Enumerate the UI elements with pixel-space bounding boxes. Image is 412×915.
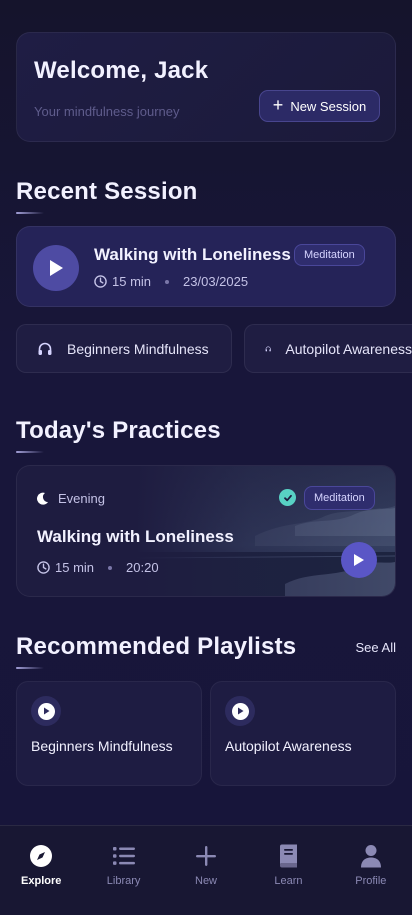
headphones-icon bbox=[38, 342, 52, 355]
recent-session-card[interactable]: Walking with Loneliness Meditation 15 mi… bbox=[16, 226, 396, 307]
book-icon bbox=[275, 843, 301, 869]
completed-check-icon bbox=[279, 489, 296, 506]
welcome-card: Welcome, Jack Your mindfulness journey +… bbox=[16, 32, 396, 142]
category-tag: Meditation bbox=[294, 244, 365, 266]
nav-label: Library bbox=[106, 875, 141, 887]
nav-item-library[interactable]: Library bbox=[82, 826, 164, 915]
nav-label: Explore bbox=[21, 875, 62, 887]
play-icon bbox=[50, 260, 63, 276]
clock-icon bbox=[94, 275, 107, 288]
time-of-day: Evening bbox=[37, 491, 105, 506]
play-button[interactable] bbox=[341, 542, 377, 578]
practice-time: 20:20 bbox=[126, 560, 159, 575]
recent-session-title: Walking with Loneliness bbox=[94, 245, 291, 264]
chip-beginners-mindfulness[interactable]: Beginners Mindfulness bbox=[16, 324, 232, 373]
category-tag: Meditation bbox=[304, 486, 375, 510]
playlist-title: Beginners Mindfulness bbox=[31, 738, 173, 754]
playlist-title: Autopilot Awareness bbox=[225, 738, 352, 754]
moon-icon bbox=[37, 492, 48, 505]
duration: 15 min bbox=[55, 560, 95, 575]
time-of-day-label: Evening bbox=[58, 491, 105, 506]
practice-card[interactable]: Evening Meditation Walking with Loneline… bbox=[16, 465, 396, 597]
chip-label: Beginners Mindfulness bbox=[67, 340, 209, 357]
todays-practices-heading: Today's Practices bbox=[16, 417, 221, 444]
nav-label: New bbox=[195, 875, 218, 887]
section-underline bbox=[16, 667, 44, 669]
practice-meta: 15 min 20:20 bbox=[37, 560, 159, 575]
recent-session-heading: Recent Session bbox=[16, 178, 198, 205]
welcome-subtitle: Your mindfulness journey bbox=[34, 104, 180, 119]
recent-session-meta: 15 min 23/03/2025 bbox=[94, 274, 248, 289]
list-icon bbox=[111, 843, 137, 869]
play-button[interactable] bbox=[31, 696, 61, 726]
plus-icon: + bbox=[272, 95, 284, 115]
person-icon bbox=[358, 843, 384, 869]
headphones-icon bbox=[265, 345, 271, 351]
bottom-nav: Explore Library New Learn Profile bbox=[0, 825, 412, 915]
welcome-title: Welcome, Jack bbox=[34, 57, 209, 84]
section-underline bbox=[16, 212, 44, 214]
dot-separator bbox=[165, 279, 170, 284]
see-all-link[interactable]: See All bbox=[356, 640, 396, 655]
playlist-card[interactable]: Beginners Mindfulness bbox=[16, 681, 202, 786]
duration: 15 min bbox=[112, 274, 152, 289]
recommended-playlists-heading: Recommended Playlists bbox=[16, 633, 297, 660]
nav-item-learn[interactable]: Learn bbox=[247, 826, 329, 915]
nav-label: Learn bbox=[274, 875, 303, 887]
chip-label: Autopilot Awareness bbox=[285, 340, 412, 357]
practice-title: Walking with Loneliness bbox=[37, 527, 234, 546]
nav-item-new[interactable]: New bbox=[165, 826, 247, 915]
play-button[interactable] bbox=[225, 696, 255, 726]
compass-icon bbox=[28, 843, 54, 869]
new-session-button[interactable]: + New Session bbox=[259, 90, 380, 122]
play-button[interactable] bbox=[33, 245, 79, 291]
chip-autopilot-awareness[interactable]: Autopilot Awareness bbox=[244, 324, 412, 373]
nav-item-profile[interactable]: Profile bbox=[330, 826, 412, 915]
play-icon bbox=[237, 707, 243, 715]
nav-label: Profile bbox=[355, 875, 387, 887]
clock-icon bbox=[37, 561, 50, 574]
play-icon bbox=[354, 554, 364, 566]
plus-icon bbox=[193, 843, 219, 869]
play-icon bbox=[43, 707, 49, 715]
playlist-card[interactable]: Autopilot Awareness bbox=[210, 681, 396, 786]
section-underline bbox=[16, 451, 44, 453]
nav-item-explore[interactable]: Explore bbox=[0, 826, 82, 915]
session-date: 23/03/2025 bbox=[183, 274, 249, 289]
new-session-label: New Session bbox=[290, 98, 367, 114]
dot-separator bbox=[108, 565, 113, 570]
